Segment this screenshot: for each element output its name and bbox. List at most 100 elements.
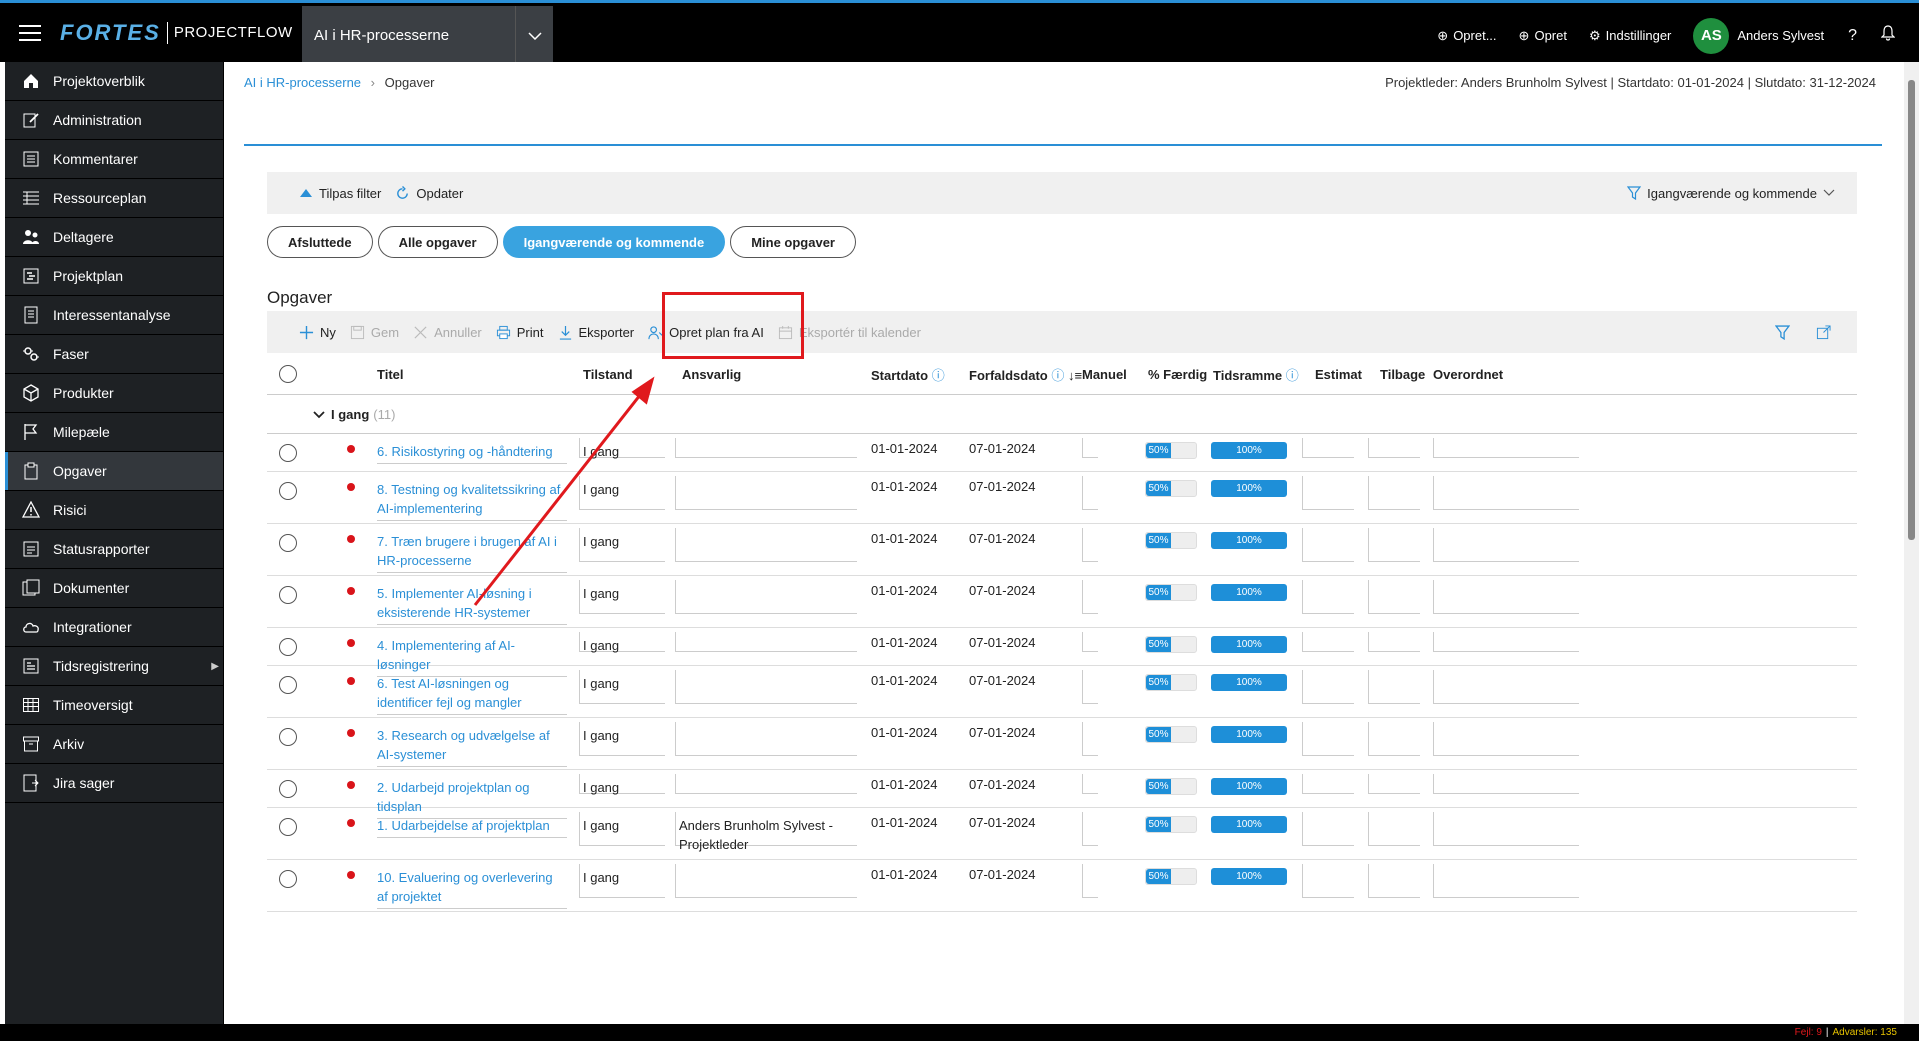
column-start[interactable]: Startdato ⓘ bbox=[871, 365, 945, 384]
sidebar-item-ressourceplan[interactable]: Ressourceplan bbox=[5, 179, 223, 218]
estimate-field[interactable] bbox=[1302, 812, 1354, 846]
row-select-radio[interactable] bbox=[279, 728, 297, 746]
column-due[interactable]: Forfaldsdato ⓘ ↓≡ bbox=[969, 365, 1082, 384]
group-row[interactable]: I gang (11) bbox=[267, 395, 1857, 434]
sidebar-item-arkiv[interactable]: Arkiv bbox=[5, 725, 223, 764]
task-title-link[interactable]: 7. Træn brugere i brugen af AI i HR-proc… bbox=[377, 532, 567, 573]
avatar[interactable]: AS bbox=[1693, 17, 1730, 54]
sidebar-item-produkter[interactable]: Produkter bbox=[5, 374, 223, 413]
remaining-field[interactable] bbox=[1368, 438, 1420, 458]
filter-pill[interactable]: Alle opgaver bbox=[377, 226, 498, 258]
remaining-field[interactable] bbox=[1368, 670, 1420, 704]
sidebar-item-statusrapporter[interactable]: Statusrapporter bbox=[5, 530, 223, 569]
task-title-link[interactable]: 8. Testning og kvalitetssikring af AI-im… bbox=[377, 480, 567, 521]
manual-checkbox[interactable] bbox=[1082, 438, 1098, 458]
refresh-button[interactable]: Opdater bbox=[395, 185, 463, 201]
task-due-date[interactable]: 07-01-2024 bbox=[969, 439, 1036, 458]
task-state[interactable]: I gang bbox=[583, 636, 665, 655]
task-due-date[interactable]: 07-01-2024 bbox=[969, 671, 1036, 690]
column-remaining[interactable]: Tilbage bbox=[1380, 367, 1425, 382]
task-state[interactable]: I gang bbox=[583, 726, 665, 745]
manual-checkbox[interactable] bbox=[1082, 864, 1098, 898]
task-due-date[interactable]: 07-01-2024 bbox=[969, 723, 1036, 742]
column-estimate[interactable]: Estimat bbox=[1315, 367, 1362, 382]
table-row[interactable]: 8. Testning og kvalitetssikring af AI-im… bbox=[267, 472, 1857, 524]
task-state[interactable]: I gang bbox=[583, 778, 665, 797]
bell-icon[interactable] bbox=[1880, 25, 1896, 46]
task-title-link[interactable]: 3. Research og udvælgelse af AI-systemer bbox=[377, 726, 567, 767]
estimate-field[interactable] bbox=[1302, 864, 1354, 898]
task-start-date[interactable]: 01-01-2024 bbox=[871, 439, 938, 458]
task-start-date[interactable]: 01-01-2024 bbox=[871, 775, 938, 794]
cancel-button[interactable]: Annuller bbox=[413, 325, 482, 340]
table-row[interactable]: 6. Risikostyring og -håndtering I gang 01-… bbox=[267, 434, 1857, 472]
row-select-radio[interactable] bbox=[279, 482, 297, 500]
remaining-field[interactable] bbox=[1368, 476, 1420, 510]
scrollbar-thumb[interactable] bbox=[1908, 80, 1915, 540]
remaining-field[interactable] bbox=[1368, 580, 1420, 614]
expand-icon[interactable] bbox=[1816, 324, 1831, 340]
sidebar-item-risici[interactable]: Risici bbox=[5, 491, 223, 530]
scrollbar[interactable] bbox=[1904, 62, 1919, 1024]
task-start-date[interactable]: 01-01-2024 bbox=[871, 723, 938, 742]
sidebar-item-kommentarer[interactable]: Kommentarer bbox=[5, 140, 223, 179]
task-due-date[interactable]: 07-01-2024 bbox=[969, 477, 1036, 496]
chevron-down-icon[interactable] bbox=[515, 6, 553, 65]
table-row[interactable]: 2. Udarbejd projektplan og tidsplan I gan… bbox=[267, 770, 1857, 819]
sidebar-item-dokumenter[interactable]: Dokumenter bbox=[5, 569, 223, 608]
chevron-down-icon[interactable] bbox=[313, 407, 325, 422]
parent-field[interactable] bbox=[1433, 864, 1579, 898]
help-icon[interactable]: ? bbox=[1848, 27, 1857, 45]
row-select-radio[interactable] bbox=[279, 534, 297, 552]
sidebar-item-deltagere[interactable]: Deltagere bbox=[5, 218, 223, 257]
sidebar-item-projektoverblik[interactable]: Projektoverblik bbox=[5, 62, 223, 101]
row-select-radio[interactable] bbox=[279, 676, 297, 694]
parent-field[interactable] bbox=[1433, 632, 1579, 652]
task-start-date[interactable]: 01-01-2024 bbox=[871, 865, 938, 884]
task-due-date[interactable]: 07-01-2024 bbox=[969, 865, 1036, 884]
estimate-field[interactable] bbox=[1302, 670, 1354, 704]
parent-field[interactable] bbox=[1433, 722, 1579, 756]
task-start-date[interactable]: 01-01-2024 bbox=[871, 813, 938, 832]
filter-pill[interactable]: Igangværende og kommende bbox=[502, 226, 726, 258]
sidebar-item-timeoversigt[interactable]: Timeoversigt bbox=[5, 686, 223, 725]
task-title-link[interactable]: 5. Implementer AI-løsning i eksisterende… bbox=[377, 584, 567, 625]
manual-checkbox[interactable] bbox=[1082, 670, 1098, 704]
export-button[interactable]: Eksporter bbox=[558, 325, 634, 340]
row-select-radio[interactable] bbox=[279, 638, 297, 656]
warning-count[interactable]: Advarsler: 135 bbox=[1833, 1027, 1897, 1038]
table-row[interactable]: 1. Udarbejdelse af projektplan I gang Ande… bbox=[267, 808, 1857, 860]
manual-checkbox[interactable] bbox=[1082, 774, 1098, 794]
filter-pill[interactable]: Afsluttede bbox=[267, 226, 373, 258]
adjust-filter-button[interactable]: Tilpas filter bbox=[299, 186, 381, 201]
row-select-radio[interactable] bbox=[279, 870, 297, 888]
column-state[interactable]: Tilstand bbox=[583, 367, 633, 382]
remaining-field[interactable] bbox=[1368, 774, 1420, 794]
task-due-date[interactable]: 07-01-2024 bbox=[969, 581, 1036, 600]
remaining-field[interactable] bbox=[1368, 632, 1420, 652]
filter-icon[interactable] bbox=[1775, 324, 1790, 340]
column-title[interactable]: Titel bbox=[377, 367, 404, 382]
task-due-date[interactable]: 07-01-2024 bbox=[969, 529, 1036, 548]
table-row[interactable]: 5. Implementer AI-løsning i eksisterende… bbox=[267, 576, 1857, 628]
column-pct[interactable]: % Færdig bbox=[1148, 367, 1207, 382]
column-timeframe[interactable]: Tidsramme ⓘ bbox=[1213, 365, 1299, 384]
task-start-date[interactable]: 01-01-2024 bbox=[871, 581, 938, 600]
estimate-field[interactable] bbox=[1302, 438, 1354, 458]
project-selector[interactable]: AI i HR-processerne bbox=[302, 6, 553, 65]
task-title-link[interactable]: 6. Risikostyring og -håndtering bbox=[377, 442, 567, 464]
table-row[interactable]: 3. Research og udvælgelse af AI-systemer… bbox=[267, 718, 1857, 770]
task-state[interactable]: I gang bbox=[583, 674, 665, 693]
sidebar-item-jira-sager[interactable]: Jira sager bbox=[5, 764, 223, 803]
task-due-date[interactable]: 07-01-2024 bbox=[969, 813, 1036, 832]
manual-checkbox[interactable] bbox=[1082, 632, 1098, 652]
task-state[interactable]: I gang bbox=[583, 442, 665, 461]
save-button[interactable]: Gem bbox=[350, 325, 399, 340]
parent-field[interactable] bbox=[1433, 812, 1579, 846]
sidebar-item-faser[interactable]: Faser bbox=[5, 335, 223, 374]
sidebar-item-milepæle[interactable]: Milepæle bbox=[5, 413, 223, 452]
task-state[interactable]: I gang bbox=[583, 868, 665, 887]
row-select-radio[interactable] bbox=[279, 780, 297, 798]
remaining-field[interactable] bbox=[1368, 528, 1420, 562]
remaining-field[interactable] bbox=[1368, 864, 1420, 898]
